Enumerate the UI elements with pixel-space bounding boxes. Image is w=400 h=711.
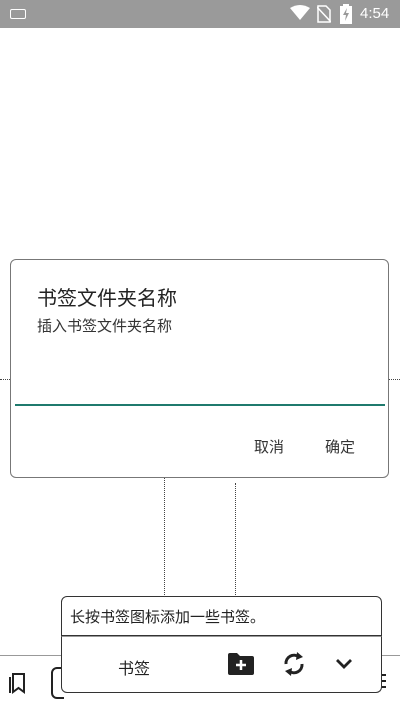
bookmark-folder-dialog: 书签文件夹名称 插入书签文件夹名称 取消 确定 [10, 259, 389, 478]
cancel-button[interactable]: 取消 [254, 436, 284, 457]
confirm-button[interactable]: 确定 [325, 436, 355, 457]
wifi-icon [290, 5, 310, 20]
bookmark-nav-icon[interactable] [8, 672, 28, 694]
clock: 4:54 [360, 5, 390, 22]
no-sim-icon [317, 5, 331, 23]
add-folder-icon[interactable] [226, 651, 256, 677]
dotted-guide-right [388, 379, 400, 380]
bookmark-toolbar: 书签 [61, 636, 382, 693]
sync-icon[interactable] [280, 649, 308, 679]
dialog-message: 插入书签文件夹名称 [37, 317, 173, 335]
chevron-down-icon[interactable] [334, 657, 354, 671]
status-bar: 4:54 [0, 0, 400, 28]
keyboard-icon [10, 9, 26, 19]
bookmark-label: 书签 [118, 659, 151, 678]
bookmark-hint-tooltip: 长按书签图标添加一些书签。 [61, 596, 382, 636]
battery-charging-icon [340, 4, 352, 24]
folder-name-input[interactable] [15, 356, 385, 406]
dialog-title: 书签文件夹名称 [37, 286, 177, 310]
hint-text: 长按书签图标添加一些书签。 [70, 608, 266, 626]
